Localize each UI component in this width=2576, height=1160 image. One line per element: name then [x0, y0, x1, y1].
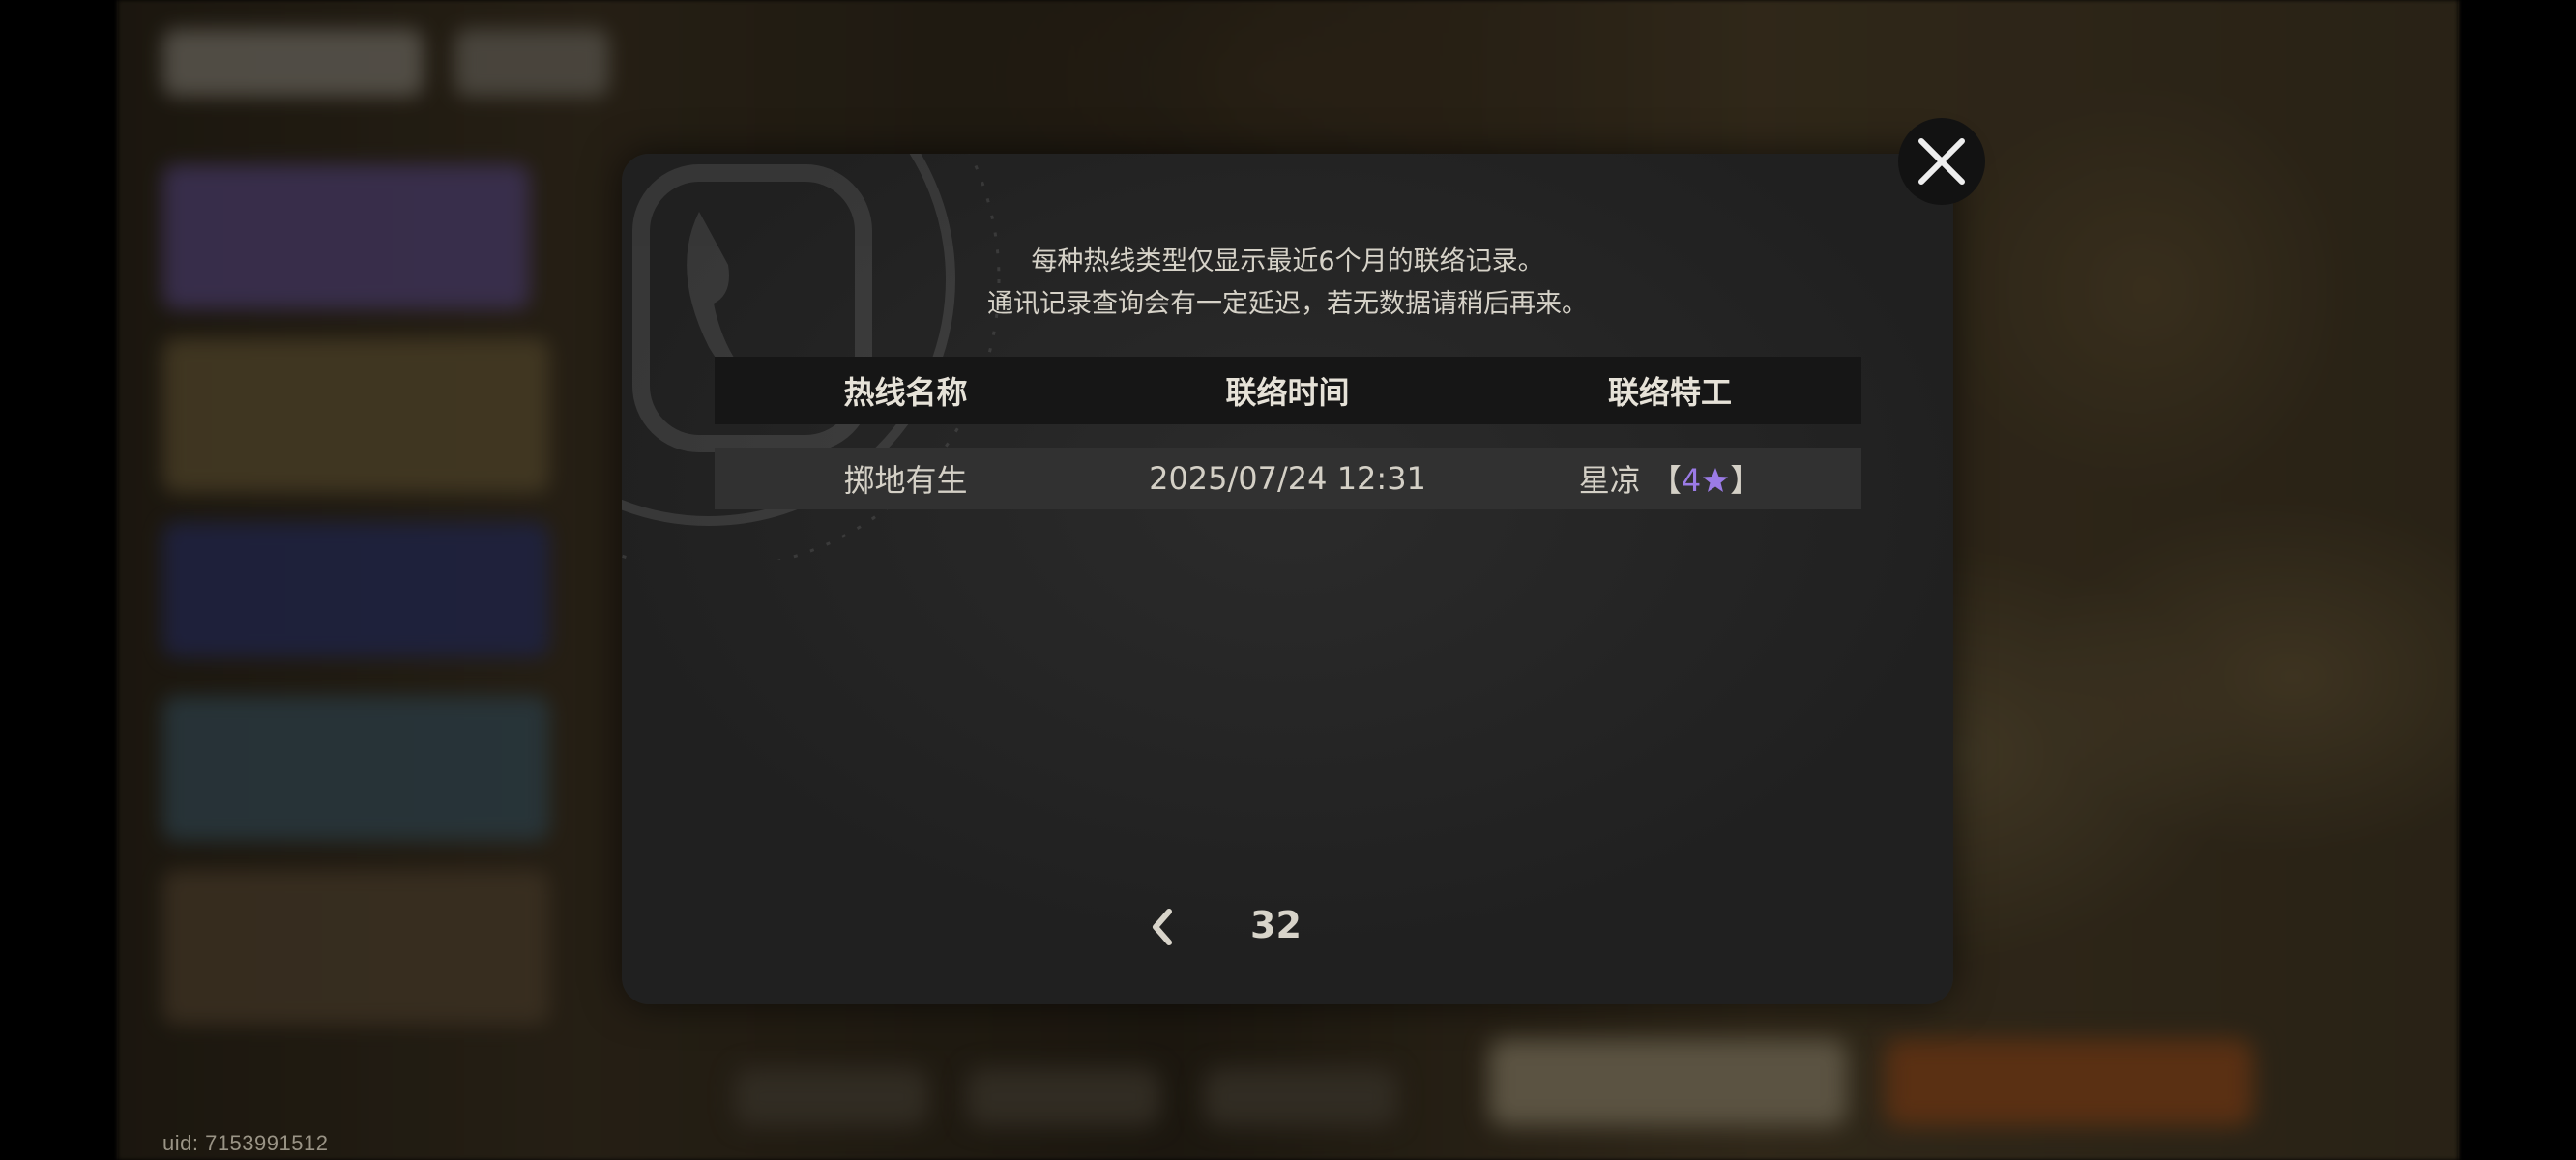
rarity-close-bracket: 】 [1730, 462, 1762, 499]
notice-line: 通讯记录查询会有一定延迟，若无数据请稍后再来。 [987, 289, 1588, 319]
letterbox-left [0, 0, 118, 1160]
table-row: 掷地有生 2025/07/24 12:31 星凉 【4 】 [715, 448, 1861, 509]
agent-rarity-value: 4 [1681, 462, 1702, 499]
agent-cell: 星凉 【4 】 [1478, 456, 1861, 501]
contact-time-cell: 2025/07/24 12:31 [1149, 460, 1426, 497]
uid-label: uid: 7153991512 [162, 1131, 329, 1155]
previous-page-button[interactable] [1134, 898, 1192, 956]
close-icon [1918, 138, 1965, 185]
hotline-name-cell: 掷地有生 [843, 462, 968, 499]
chevron-left-icon [1153, 909, 1172, 945]
current-page-number: 32 [1250, 904, 1302, 946]
contact-history-dialog: 每种热线类型仅显示最近6个月的联络记录。 通讯记录查询会有一定延迟，若无数据请稍… [622, 154, 1953, 1004]
column-header-agent: 联络特工 [1607, 374, 1732, 411]
notice-text: 每种热线类型仅显示最近6个月的联络记录。 通讯记录查询会有一定延迟，若无数据请稍… [622, 241, 1953, 326]
column-header-contact-time: 联络时间 [1225, 374, 1350, 411]
game-screen: uid: 7153991512 每种热线类型仅显示最近6个月的联络记录。 通讯记… [0, 0, 2576, 1160]
table-header: 热线名称 联络时间 联络特工 [715, 357, 1861, 424]
notice-line: 每种热线类型仅显示最近6个月的联络记录。 [1031, 246, 1544, 276]
agent-name: 星凉 [1578, 462, 1641, 499]
star-icon [1703, 468, 1729, 492]
contact-record-table: 热线名称 联络时间 联络特工 掷地有生 2025/07/24 12:31 星凉 … [715, 357, 1861, 509]
close-button[interactable] [1898, 118, 1985, 205]
column-header-hotline-name: 热线名称 [843, 374, 968, 411]
rarity-open-bracket: 【 [1650, 462, 1682, 499]
letterbox-right [2458, 0, 2576, 1160]
pagination: 32 [622, 898, 1953, 956]
